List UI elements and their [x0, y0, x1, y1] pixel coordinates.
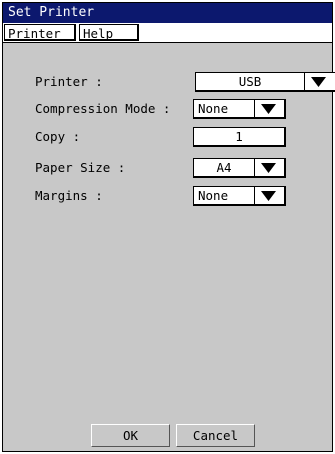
paper-size-label: Paper Size :: [35, 160, 126, 175]
triangle-down-icon: [311, 77, 326, 87]
margins-select[interactable]: None: [193, 186, 286, 206]
compression-label: Compression Mode :: [35, 101, 171, 116]
paper-size-select[interactable]: A4: [193, 158, 286, 178]
compression-select[interactable]: None: [193, 99, 286, 119]
copy-input[interactable]: 1: [193, 127, 286, 147]
ok-button[interactable]: OK: [91, 424, 170, 447]
margins-label: Margins :: [35, 188, 103, 203]
printer-dropdown-button[interactable]: [304, 73, 332, 90]
menu-printer[interactable]: Printer: [4, 24, 76, 41]
triangle-down-icon: [261, 163, 276, 173]
printer-label: Printer :: [35, 74, 103, 89]
window-title: Set Printer: [8, 5, 95, 20]
menu-help[interactable]: Help: [79, 24, 139, 41]
paper-size-dropdown-button[interactable]: [254, 159, 282, 176]
compression-dropdown-button[interactable]: [254, 100, 282, 117]
margins-dropdown-button[interactable]: [254, 187, 282, 204]
set-printer-window: Set Printer Printer Help Printer : USB C…: [2, 2, 335, 452]
copy-value: 1: [235, 129, 243, 144]
cancel-button[interactable]: Cancel: [176, 424, 255, 447]
copy-label: Copy :: [35, 129, 81, 144]
triangle-down-icon: [261, 191, 276, 201]
compression-value: None: [198, 101, 229, 116]
title-bar: Set Printer: [3, 3, 332, 23]
printer-select[interactable]: USB: [195, 72, 335, 92]
margins-value: None: [198, 188, 229, 203]
printer-value: USB: [238, 74, 262, 89]
menu-bar: Printer Help: [3, 23, 332, 43]
triangle-down-icon: [261, 104, 276, 114]
paper-size-value: A4: [216, 160, 232, 175]
